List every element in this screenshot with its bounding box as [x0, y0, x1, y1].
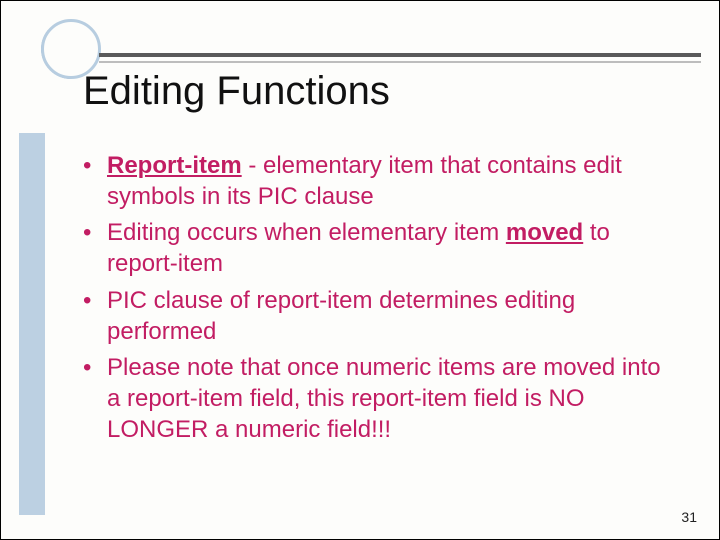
sidebar-accent	[19, 133, 45, 515]
header-divider-thick	[99, 53, 701, 57]
header-divider-thin	[99, 61, 701, 63]
list-item: • PIC clause of report-item determines e…	[83, 286, 679, 347]
bullet-icon: •	[83, 218, 107, 279]
bullet-text: Editing occurs when elementary item move…	[107, 218, 679, 279]
bullet-icon: •	[83, 286, 107, 347]
bullet-icon: •	[83, 353, 107, 445]
term-report-item: Report-item	[107, 152, 242, 179]
list-item: • Please note that once numeric items ar…	[83, 353, 679, 445]
bullet-icon: •	[83, 151, 107, 212]
bullet-text: Report-item - elementary item that conta…	[107, 151, 679, 212]
bullet-text: PIC clause of report-item determines edi…	[107, 286, 679, 347]
bullet-prefix: Editing occurs when elementary item	[107, 219, 506, 246]
bullet-text: Please note that once numeric items are …	[107, 353, 679, 445]
term-moved: moved	[506, 219, 583, 246]
page-number: 31	[681, 509, 697, 525]
list-item: • Editing occurs when elementary item mo…	[83, 218, 679, 279]
bullet-list: • Report-item - elementary item that con…	[83, 151, 679, 451]
list-item: • Report-item - elementary item that con…	[83, 151, 679, 212]
slide-title: Editing Functions	[83, 69, 390, 114]
slide-header: Editing Functions	[1, 1, 719, 131]
